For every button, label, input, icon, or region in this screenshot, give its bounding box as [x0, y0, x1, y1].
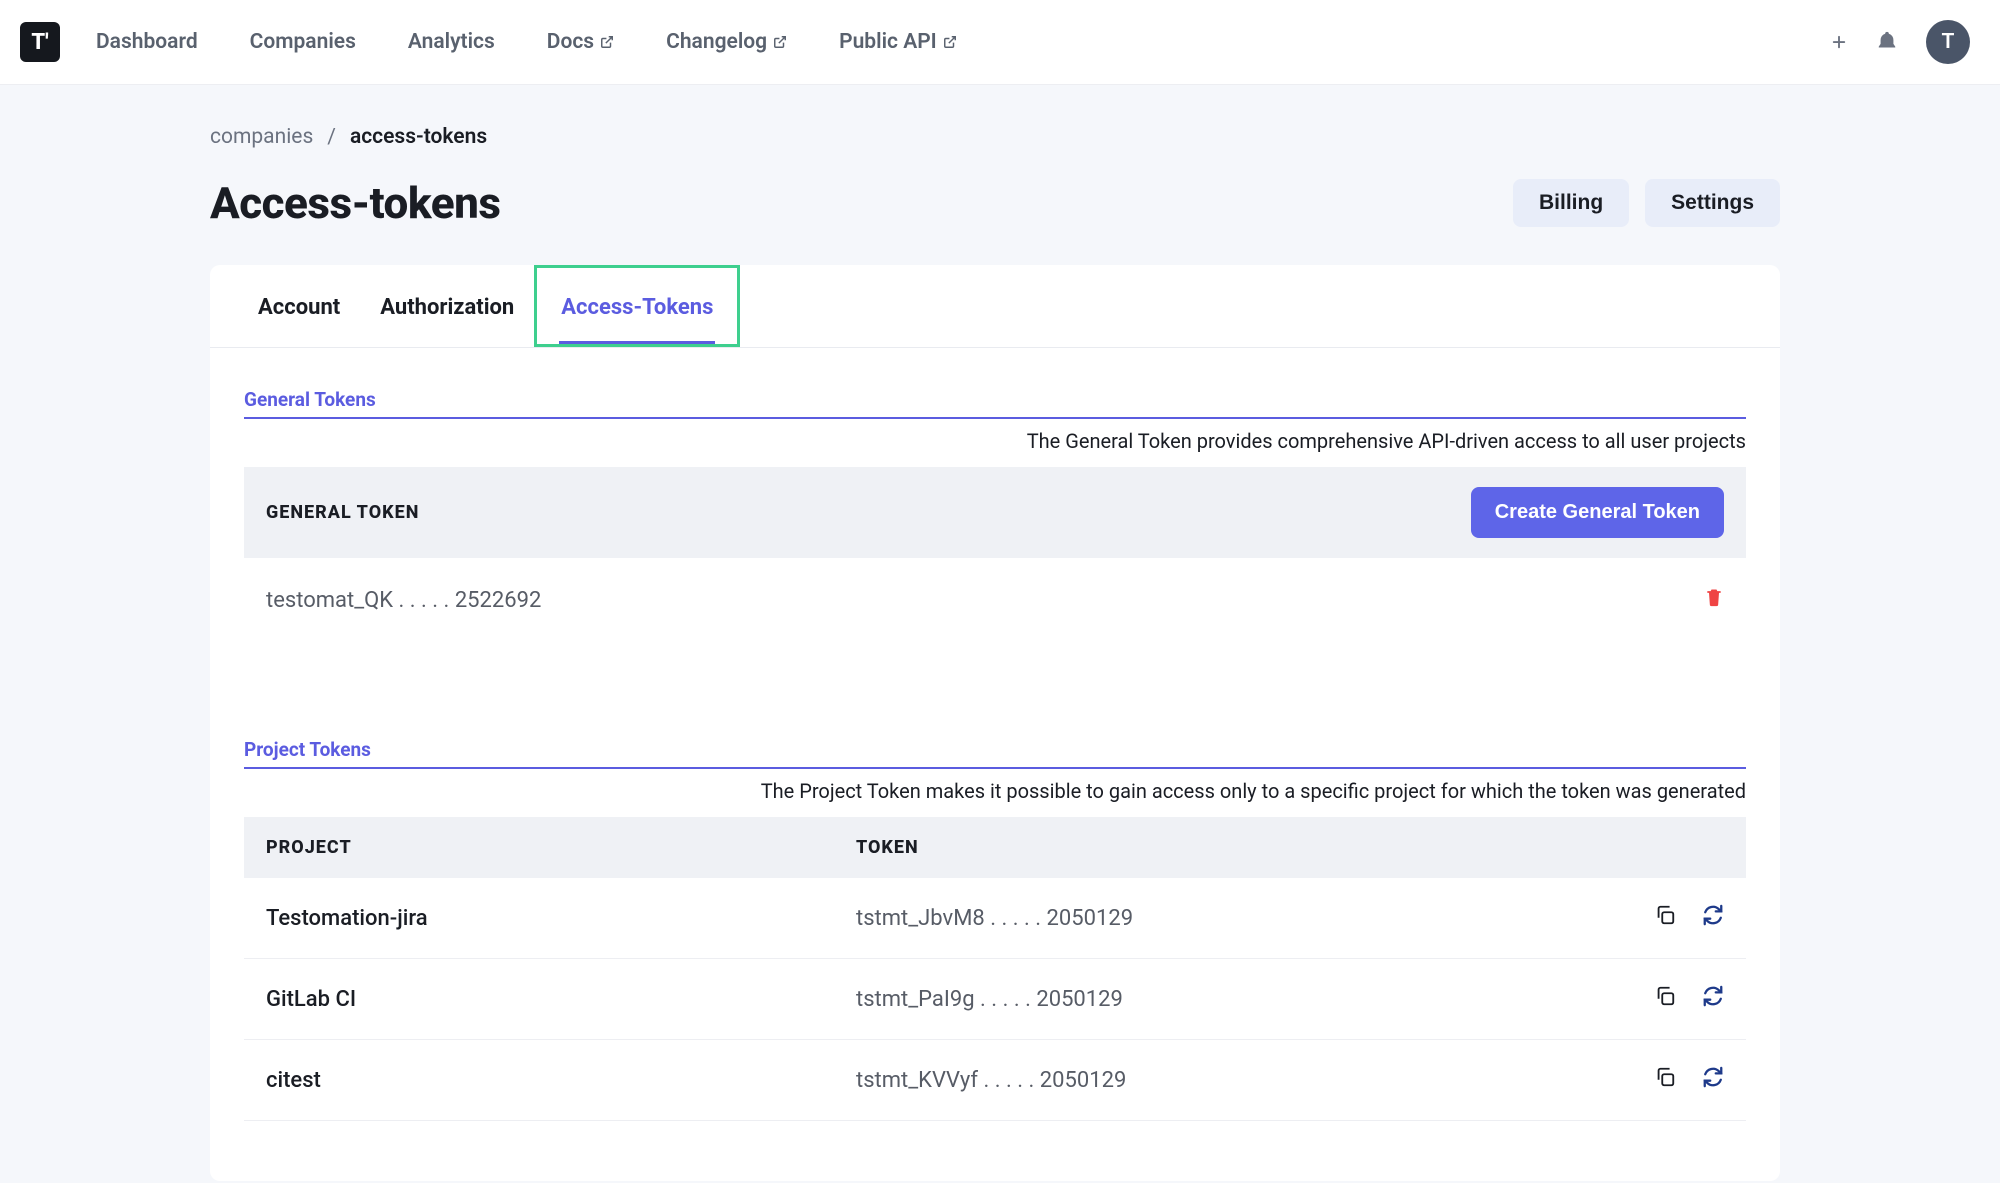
copy-icon[interactable]: [1654, 985, 1676, 1013]
nav-docs-label: Docs: [547, 30, 594, 54]
settings-button[interactable]: Settings: [1645, 179, 1780, 227]
project-token-value: tstmt_JbvM8 . . . . . 2050129: [856, 906, 1654, 931]
breadcrumb: companies / access-tokens: [210, 125, 1780, 149]
col-project: PROJECT: [266, 837, 856, 858]
refresh-icon[interactable]: [1702, 1066, 1724, 1094]
general-tokens-heading: General Tokens: [244, 388, 1746, 419]
delete-icon[interactable]: [1704, 586, 1724, 614]
refresh-icon[interactable]: [1702, 985, 1724, 1013]
general-token-bar: GENERAL TOKEN Create General Token: [244, 467, 1746, 558]
breadcrumb-parent[interactable]: companies: [210, 125, 313, 149]
table-row: GitLab CI tstmt_PaI9g . . . . . 2050129: [244, 959, 1746, 1040]
nav-dashboard[interactable]: Dashboard: [96, 30, 198, 54]
col-token: TOKEN: [856, 837, 1724, 858]
table-row: citest tstmt_KVVyf . . . . . 2050129: [244, 1040, 1746, 1121]
general-tokens-desc: The General Token provides comprehensive…: [244, 429, 1746, 453]
nav-publicapi-label: Public API: [839, 30, 937, 54]
breadcrumb-current: access-tokens: [350, 125, 487, 149]
avatar[interactable]: T: [1926, 20, 1970, 64]
project-token-value: tstmt_PaI9g . . . . . 2050129: [856, 987, 1654, 1012]
topbar-right: T: [1830, 20, 1980, 64]
page-title: Access-tokens: [210, 177, 500, 229]
tabs: Account Authorization Access-Tokens: [210, 265, 1780, 348]
copy-icon[interactable]: [1654, 904, 1676, 932]
project-token-value: tstmt_KVVyf . . . . . 2050129: [856, 1068, 1654, 1093]
table-row: Testomation-jira tstmt_JbvM8 . . . . . 2…: [244, 878, 1746, 959]
general-token-row: testomat_QK . . . . . 2522692: [244, 558, 1746, 642]
notifications-icon[interactable]: [1876, 31, 1898, 53]
project-tokens-table-header: PROJECT TOKEN: [244, 817, 1746, 878]
project-name: Testomation-jira: [266, 906, 856, 931]
general-token-value: testomat_QK . . . . . 2522692: [266, 588, 541, 613]
external-link-icon: [600, 35, 614, 49]
nav-analytics[interactable]: Analytics: [408, 30, 495, 54]
breadcrumb-separator: /: [327, 125, 336, 149]
nav-changelog-label: Changelog: [666, 30, 767, 54]
nav-companies[interactable]: Companies: [250, 30, 356, 54]
refresh-icon[interactable]: [1702, 904, 1724, 932]
project-name: citest: [266, 1068, 856, 1093]
project-tokens-desc: The Project Token makes it possible to g…: [244, 779, 1746, 803]
project-name: GitLab CI: [266, 987, 856, 1012]
main-nav: Dashboard Companies Analytics Docs Chang…: [96, 30, 957, 54]
external-link-icon: [773, 35, 787, 49]
nav-docs[interactable]: Docs: [547, 30, 614, 54]
tab-access-tokens[interactable]: Access-Tokens: [534, 265, 740, 347]
add-icon[interactable]: [1830, 33, 1848, 51]
main-panel: Account Authorization Access-Tokens Gene…: [210, 265, 1780, 1181]
topbar: T' Dashboard Companies Analytics Docs Ch…: [0, 0, 2000, 85]
general-token-label: GENERAL TOKEN: [266, 502, 419, 523]
tab-authorization[interactable]: Authorization: [360, 265, 534, 347]
external-link-icon: [943, 35, 957, 49]
copy-icon[interactable]: [1654, 1066, 1676, 1094]
project-tokens-heading: Project Tokens: [244, 738, 1746, 769]
billing-button[interactable]: Billing: [1513, 179, 1629, 227]
nav-publicapi[interactable]: Public API: [839, 30, 957, 54]
app-logo[interactable]: T': [20, 22, 60, 62]
nav-changelog[interactable]: Changelog: [666, 30, 787, 54]
create-general-token-button[interactable]: Create General Token: [1471, 487, 1724, 538]
page-header: Access-tokens Billing Settings: [210, 177, 1780, 229]
tab-account[interactable]: Account: [238, 265, 360, 347]
